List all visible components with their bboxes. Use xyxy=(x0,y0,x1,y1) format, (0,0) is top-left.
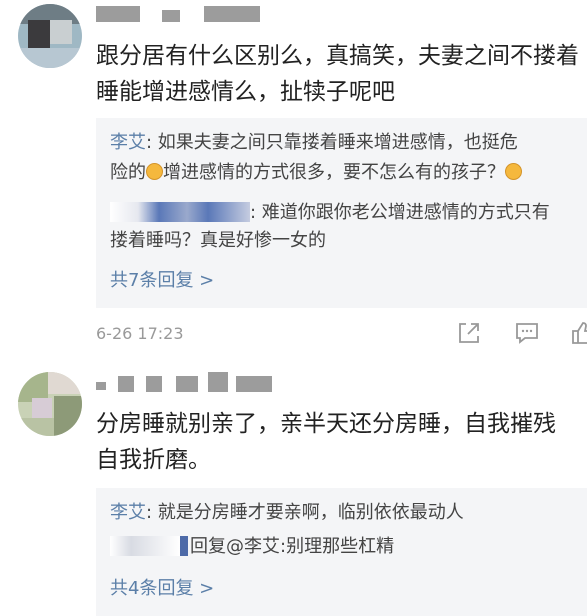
like-icon[interactable] xyxy=(570,320,587,346)
reply-line: 李艾: 如果夫妻之间只靠搂着睡来增进感情，也挺危 xyxy=(110,132,518,153)
reply-user-blurred[interactable] xyxy=(110,536,180,556)
username[interactable] xyxy=(96,372,286,394)
comment-text: 分房睡就别亲了，亲半天还分房睡，自我摧残 自我折磨。 xyxy=(96,411,556,473)
comment-text: 跟分居有什么区别么，真搞笑，夫妻之间不搂着 睡能增进感情么，扯犊子呢吧 xyxy=(96,43,579,105)
reply-user[interactable]: 李艾 xyxy=(110,502,146,523)
reply-user-blurred[interactable] xyxy=(180,536,188,556)
laughing-emoji-icon xyxy=(146,163,163,180)
meta-row: 6-26 17:23 xyxy=(96,320,587,350)
reply-user-blurred[interactable] xyxy=(110,202,250,222)
timestamp: 6-26 17:23 xyxy=(96,324,184,343)
reply-user[interactable]: 李艾 xyxy=(110,132,146,153)
avatar[interactable] xyxy=(18,372,82,436)
comment-item-1: 跟分居有什么区别么，真搞笑，夫妻之间不搂着 睡能增进感情么，扯犊子呢吧 李艾: … xyxy=(0,0,587,350)
reply-line: 李艾: 就是分房睡才要亲啊，临别依依最动人 xyxy=(110,502,464,523)
comment-item-2: 分房睡就别亲了，亲半天还分房睡，自我摧残 自我折磨。 李艾: 就是分房睡才要亲啊… xyxy=(0,360,587,616)
comment-icon[interactable] xyxy=(514,320,540,346)
reply-line: 搂着睡吗？真是好惨一女的 xyxy=(110,230,326,251)
reply-box: 李艾: 就是分房睡才要亲啊，临别依依最动人 回复@李艾:别理那些杠精 共4条回复… xyxy=(96,488,587,616)
username[interactable] xyxy=(96,6,266,24)
share-icon[interactable] xyxy=(456,320,482,346)
more-replies-link[interactable]: 共7条回复 > xyxy=(110,266,214,292)
reply-line: : 难道你跟你老公增进感情的方式只有 xyxy=(110,200,550,226)
reply-line: 回复@李艾:别理那些杠精 xyxy=(110,534,394,560)
reply-line: 险的 增进感情的方式很多，要不怎么有的孩子？ xyxy=(110,160,522,186)
laughing-emoji-icon xyxy=(505,163,522,180)
more-replies-link[interactable]: 共4条回复 > xyxy=(110,574,214,600)
reply-box: 李艾: 如果夫妻之间只靠搂着睡来增进感情，也挺危 险的 增进感情的方式很多，要不怎… xyxy=(96,118,587,308)
avatar[interactable] xyxy=(18,4,82,68)
